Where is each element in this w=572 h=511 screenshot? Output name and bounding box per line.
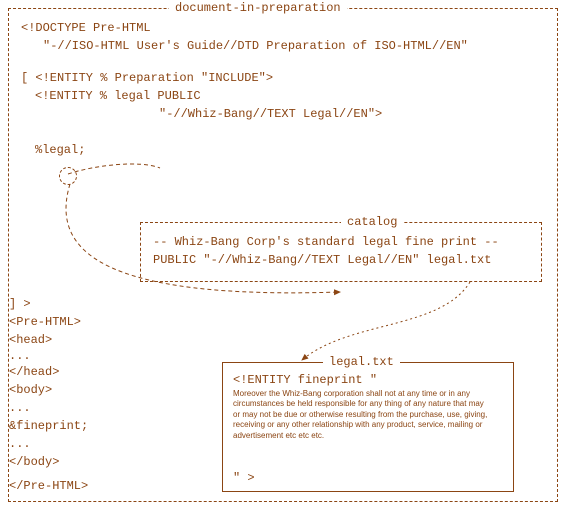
entity-fineprint-close: " > [233, 471, 255, 485]
fineprint-ref: &fineprint; [9, 419, 88, 433]
entity-legal-fpi: "-//Whiz-Bang//TEXT Legal//EN"> [159, 107, 382, 121]
head-close: </head> [9, 365, 59, 379]
doctype-fpi: "-//ISO-HTML User's Guide//DTD Preparati… [43, 39, 468, 53]
entity-prep: [ <!ENTITY % Preparation "INCLUDE"> [21, 71, 273, 85]
body-close: </body> [9, 455, 59, 469]
catalog-comment: -- Whiz-Bang Corp's standard legal fine … [153, 235, 499, 249]
legal-title: legal.txt [323, 355, 400, 369]
body-open: <body> [9, 383, 52, 397]
catalog-box: catalog -- Whiz-Bang Corp's standard leg… [140, 222, 542, 282]
main-title: document-in-preparation [169, 1, 347, 15]
head-open: <head> [9, 333, 52, 347]
fineprint-body: Moreover the Whiz-Bang corporation shall… [233, 389, 493, 441]
legal-txt-box: legal.txt <!ENTITY fineprint " Moreover … [222, 362, 514, 492]
close-bracket: ] > [9, 297, 31, 311]
ellipsis2: ... [9, 401, 31, 415]
catalog-title: catalog [341, 215, 403, 229]
doctype-line: <!DOCTYPE Pre-HTML [21, 21, 151, 35]
ellipsis3: ... [9, 437, 31, 451]
reference-circle-icon [59, 167, 77, 185]
entity-legal: <!ENTITY % legal PUBLIC [35, 89, 201, 103]
entity-fineprint-open: <!ENTITY fineprint " [233, 373, 377, 387]
prehtml-open: <Pre-HTML> [9, 315, 81, 329]
legal-ref: %legal; [35, 143, 85, 157]
catalog-public: PUBLIC "-//Whiz-Bang//TEXT Legal//EN" le… [153, 253, 491, 267]
prehtml-close: </Pre-HTML> [9, 479, 88, 493]
ellipsis1: ... [9, 349, 31, 363]
